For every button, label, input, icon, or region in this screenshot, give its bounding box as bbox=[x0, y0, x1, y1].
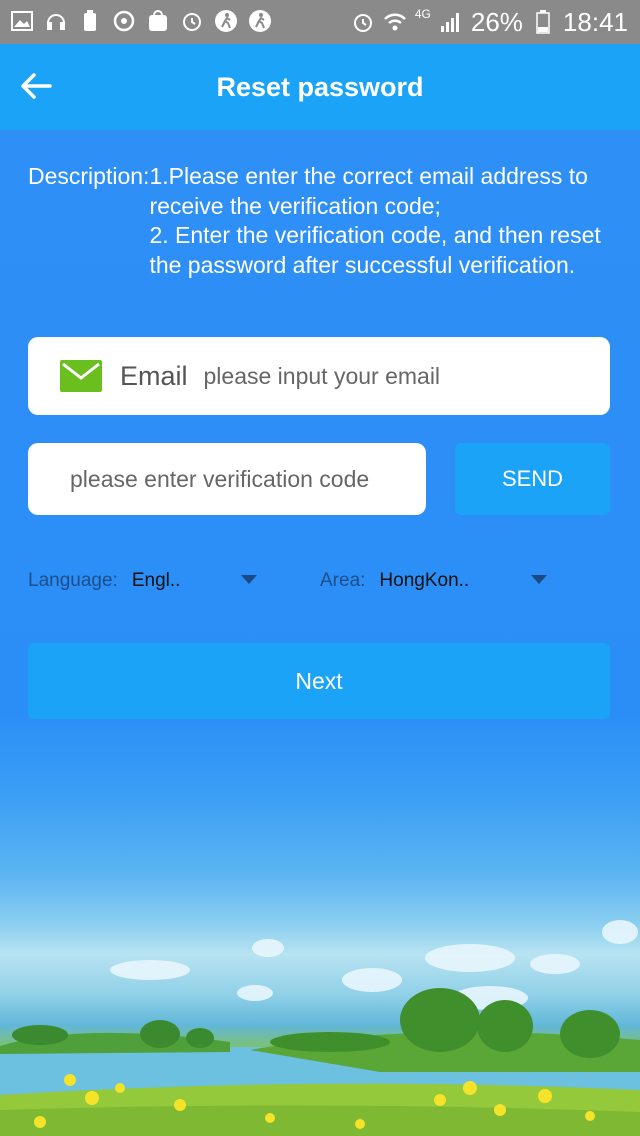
running-icon-2 bbox=[248, 8, 272, 34]
shopping-bag-icon bbox=[146, 8, 170, 34]
system-status: 4G 26% 18:41 bbox=[351, 0, 628, 44]
language-selector[interactable]: Language: Engl.. bbox=[28, 566, 180, 596]
signal-icon bbox=[439, 9, 463, 35]
verification-code-container bbox=[28, 443, 426, 515]
description-step-1: 1.Please enter the correct email address… bbox=[149, 163, 588, 219]
next-button[interactable]: Next bbox=[28, 643, 610, 719]
area-selector[interactable]: Area: HongKon.. bbox=[320, 566, 469, 596]
battery-icon bbox=[531, 9, 555, 35]
send-button[interactable]: SEND bbox=[455, 443, 610, 515]
image-icon bbox=[10, 8, 34, 34]
language-label: Language: bbox=[28, 570, 118, 591]
language-dropdown-icon[interactable] bbox=[241, 575, 257, 584]
notification-icons bbox=[10, 8, 272, 34]
main-content: Description: 1.Please enter the correct … bbox=[0, 130, 640, 1136]
area-value: HongKon.. bbox=[379, 570, 470, 591]
landscape-background bbox=[0, 920, 640, 1136]
alarm-icon bbox=[180, 8, 204, 34]
area-label: Area: bbox=[320, 570, 366, 591]
language-value: Engl.. bbox=[131, 570, 181, 591]
description-step-2: 2. Enter the verification code, and then… bbox=[149, 222, 601, 278]
description-label: Description: bbox=[28, 163, 150, 189]
mail-icon bbox=[60, 360, 102, 392]
alarm-icon bbox=[351, 9, 375, 35]
email-label: Email bbox=[120, 360, 188, 391]
verification-code-input[interactable] bbox=[70, 465, 410, 493]
area-dropdown-icon[interactable] bbox=[531, 575, 547, 584]
battery-saver-icon bbox=[78, 8, 102, 34]
sync-icon bbox=[112, 8, 136, 34]
battery-percent: 26% bbox=[470, 6, 523, 37]
email-input[interactable] bbox=[203, 362, 554, 390]
email-field-container: Email bbox=[28, 337, 610, 415]
headset-icon bbox=[44, 8, 68, 34]
app-bar: Reset password bbox=[0, 44, 640, 130]
description-text: 1.Please enter the correct email address… bbox=[149, 162, 618, 280]
running-icon bbox=[214, 8, 238, 34]
description: Description: 1.Please enter the correct … bbox=[28, 162, 618, 280]
network-type: 4G bbox=[414, 7, 431, 21]
status-bar: 4G 26% 18:41 bbox=[0, 0, 640, 44]
wifi-icon bbox=[383, 9, 407, 35]
clock: 18:41 bbox=[562, 6, 628, 37]
page-title: Reset password bbox=[216, 72, 424, 102]
